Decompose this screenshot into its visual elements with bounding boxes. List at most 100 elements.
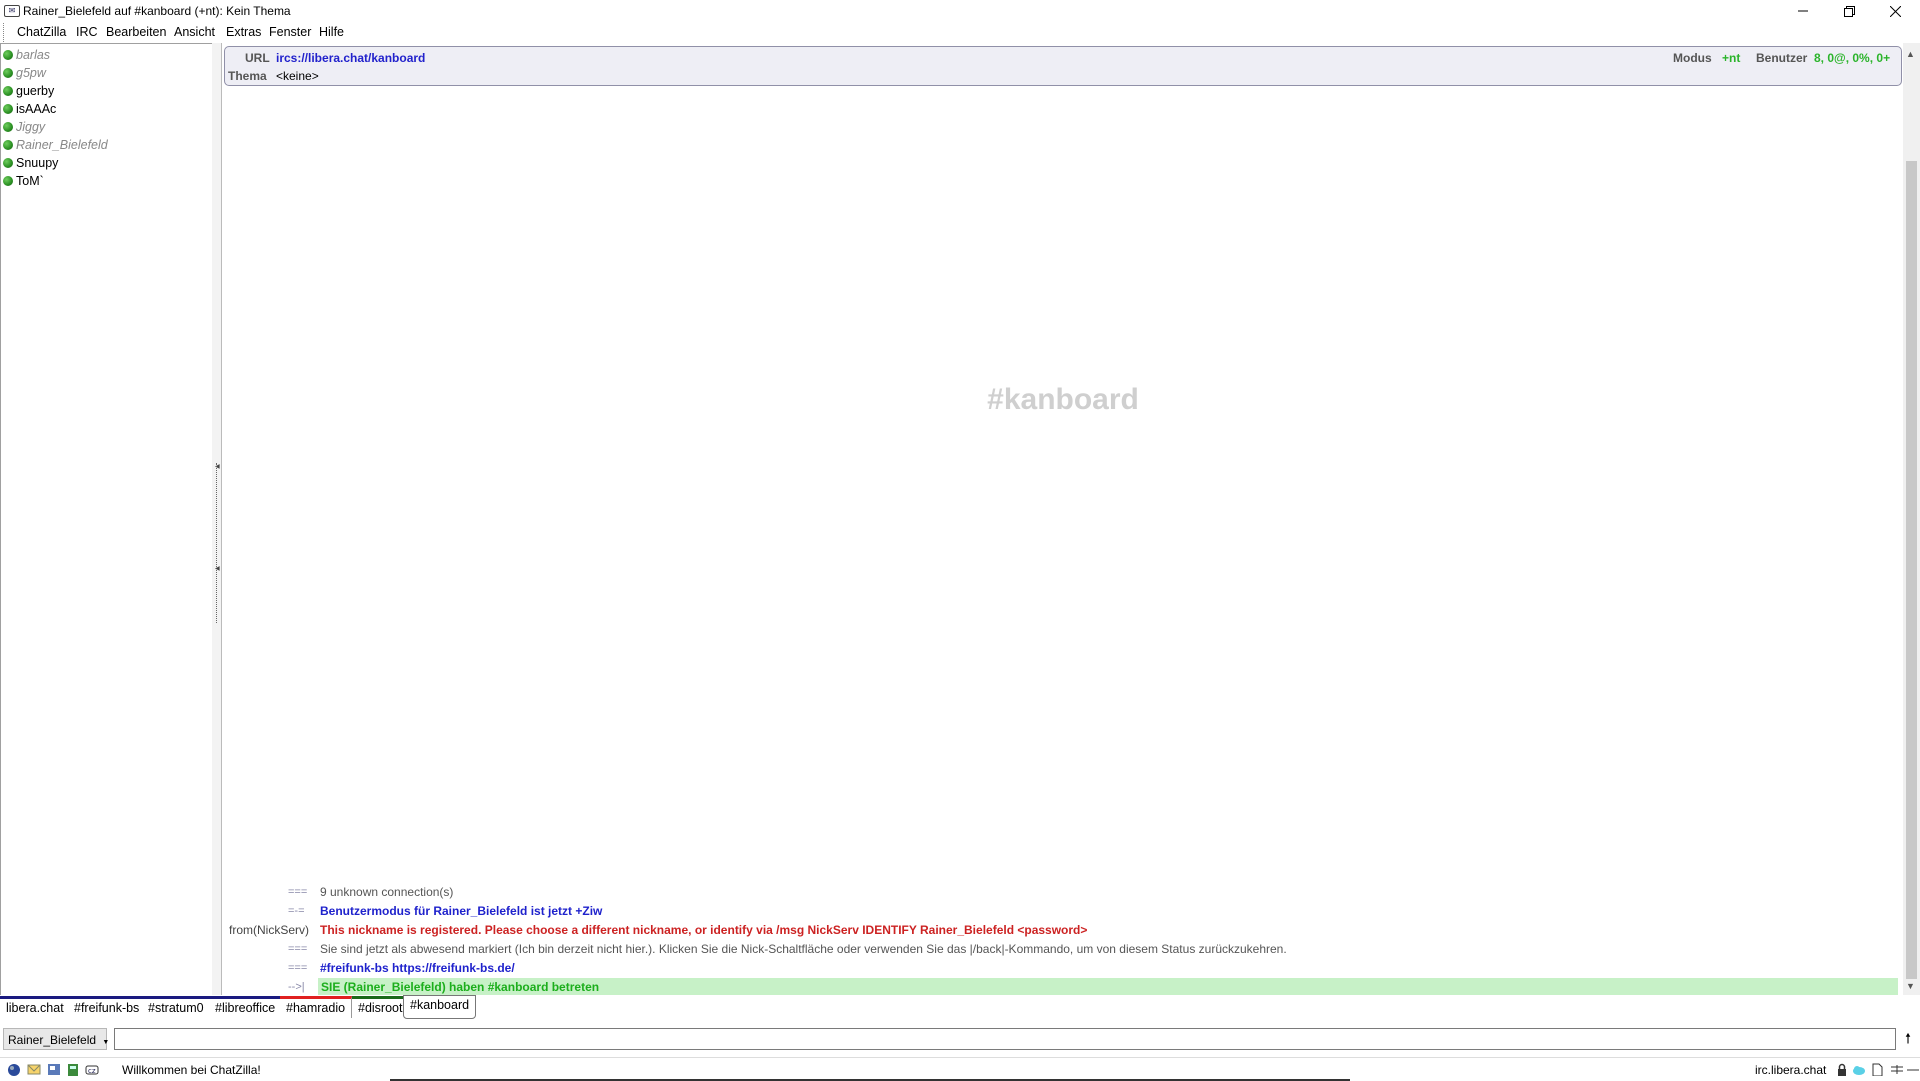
user-list-item[interactable]: guerby [3, 82, 54, 100]
tab-stratum0[interactable]: #stratum0 [142, 996, 211, 1018]
url-label: URL [245, 51, 270, 65]
message-code: === [288, 943, 308, 955]
user-list-item[interactable]: Jiggy [3, 118, 45, 136]
message-code: -->| [288, 981, 305, 993]
chatzilla-icon: ✉ [4, 5, 20, 17]
message-code: === [288, 886, 308, 898]
channel-header: URL ircs://libera.chat/kanboard Thema <k… [224, 46, 1902, 86]
resize-grip-icon[interactable] [1906, 1063, 1920, 1076]
tab-disroot[interactable]: #disroot [352, 996, 410, 1018]
scroll-down-icon[interactable]: ▼ [1906, 981, 1915, 991]
svg-text:cz: cz [88, 1067, 96, 1075]
tab-kanboard[interactable]: #kanboard [403, 995, 477, 1019]
tab-libreoffice[interactable]: #libreoffice [209, 996, 283, 1018]
menu-extras[interactable]: Extras [226, 25, 261, 39]
message-row: === #freifunk-bs https://freifunk-bs.de/ [222, 959, 1898, 977]
globe-icon[interactable] [7, 1063, 21, 1076]
user-list-item[interactable]: Snuupy [3, 154, 58, 172]
view-tabs: libera.chat #freifunk-bs #stratum0 #libreof… [0, 995, 1920, 1021]
message-sender[interactable]: from(NickServ) [229, 923, 309, 937]
user-status-icon [3, 158, 13, 168]
lock-icon[interactable] [1835, 1063, 1849, 1076]
close-icon [1889, 5, 1901, 17]
user-status-icon [3, 140, 13, 150]
message-input[interactable] [114, 1028, 1896, 1050]
scrollbar-thumb[interactable] [1906, 161, 1917, 979]
toolbar-grip[interactable] [3, 23, 8, 42]
message-text: SIE (Rainer_Bielefeld) haben #kanboard b… [321, 980, 600, 994]
splitter-grip [216, 463, 218, 623]
mode-value[interactable]: +nt [1722, 51, 1740, 65]
up-arrow-icon: 🠕 [1904, 1030, 1911, 1046]
menu-chatzilla[interactable]: ChatZilla [17, 25, 66, 39]
menu-hilfe[interactable]: Hilfe [319, 25, 344, 39]
window-title: Rainer_Bielefeld auf #kanboard (+nt): Ke… [23, 4, 291, 18]
document-icon[interactable] [1870, 1063, 1884, 1076]
user-status-icon [3, 104, 13, 114]
collapse-arrow-icon[interactable]: ◀ [215, 565, 220, 572]
composer-icon[interactable] [47, 1063, 61, 1076]
user-nick: guerby [16, 84, 55, 98]
minimize-icon [1798, 10, 1808, 12]
user-list-item[interactable]: ToM` [3, 172, 44, 190]
sidebar-splitter[interactable]: ◀ ◀ [212, 43, 221, 995]
message-text: #freifunk-bs https://freifunk-bs.de/ [320, 961, 515, 975]
close-button[interactable] [1872, 0, 1918, 22]
chat-scrollbar[interactable]: ▲ ▼ [1903, 43, 1920, 995]
user-list-item[interactable]: isAAAc [3, 100, 56, 118]
user-list[interactable]: barlas g5pw guerby isAAAc Jiggy Rainer_Bielef… [0, 43, 214, 997]
user-list-item[interactable]: Rainer_Bielefeld [3, 136, 108, 154]
scroll-up-icon[interactable]: ▲ [1906, 49, 1915, 59]
url-link[interactable]: ircs://libera.chat/kanboard [276, 51, 425, 65]
multiline-toggle-button[interactable]: 🠕 [1900, 1030, 1916, 1046]
user-nick: isAAAc [16, 102, 57, 116]
input-row: Rainer_Bielefeld ▼ 🠕 [0, 1025, 1920, 1053]
keyboard-icon[interactable] [1890, 1063, 1904, 1076]
menu-bearbeiten[interactable]: Bearbeiten [106, 25, 166, 39]
tab-libera-chat[interactable]: libera.chat [0, 996, 71, 1018]
dropdown-arrow-icon: ▼ [102, 1039, 110, 1046]
menu-irc[interactable]: IRC [76, 25, 98, 39]
addressbook-icon[interactable] [66, 1063, 80, 1076]
message-code: =-= [288, 905, 305, 917]
status-text: Willkommen bei ChatZilla! [122, 1063, 261, 1077]
user-status-icon [3, 50, 13, 60]
chatzilla-icon[interactable]: cz [85, 1063, 99, 1076]
message-text: 9 unknown connection(s) [320, 885, 454, 899]
chat-pane: URL ircs://libera.chat/kanboard Thema <k… [221, 43, 1904, 996]
user-status-icon [3, 122, 13, 132]
user-nick: ToM` [16, 174, 44, 188]
nickname-label: Rainer_Bielefeld [8, 1033, 97, 1047]
message-row: from(NickServ) This nickname is registere… [222, 921, 1898, 939]
status-server: irc.libera.chat [1755, 1063, 1827, 1077]
menu-fenster[interactable]: Fenster [269, 25, 311, 39]
user-nick: Jiggy [16, 120, 46, 134]
tab-freifunk-bs[interactable]: #freifunk-bs [68, 996, 147, 1018]
message-row: === 9 unknown connection(s) [222, 883, 1898, 901]
nickname-button[interactable]: Rainer_Bielefeld ▼ [3, 1028, 110, 1050]
title-bar: ✉ Rainer_Bielefeld auf #kanboard (+nt): … [0, 0, 1920, 22]
tab-hamradio[interactable]: #hamradio [280, 996, 353, 1018]
users-label: Benutzer [1756, 51, 1808, 65]
user-list-item[interactable]: barlas [3, 46, 50, 64]
mail-icon[interactable] [27, 1063, 41, 1076]
user-list-item[interactable]: g5pw [3, 64, 46, 82]
user-nick: Snuupy [16, 156, 59, 170]
user-nick: Rainer_Bielefeld [16, 138, 108, 152]
user-status-icon [3, 86, 13, 96]
users-value: 8, 0@, 0%, 0+ [1814, 51, 1891, 65]
cloud-icon[interactable] [1852, 1063, 1866, 1076]
menu-bar: ChatZilla IRC Bearbeiten Ansicht Extras … [0, 22, 1920, 43]
topic-value[interactable]: <keine> [276, 69, 319, 83]
message-row: === Sie sind jetzt als abwesend markiert … [222, 940, 1898, 958]
restore-button[interactable] [1826, 0, 1872, 22]
user-nick: g5pw [16, 66, 46, 80]
mode-label: Modus [1673, 51, 1712, 65]
message-text: Sie sind jetzt als abwesend markiert (Ic… [320, 942, 1287, 956]
message-row: =-= Benutzermodus für Rainer_Bielefeld is… [222, 902, 1898, 920]
minimize-button[interactable] [1780, 0, 1826, 22]
user-status-icon [3, 176, 13, 186]
message-text: Benutzermodus für Rainer_Bielefeld ist j… [320, 904, 603, 918]
menu-ansicht[interactable]: Ansicht [174, 25, 215, 39]
topic-label: Thema [228, 69, 267, 83]
